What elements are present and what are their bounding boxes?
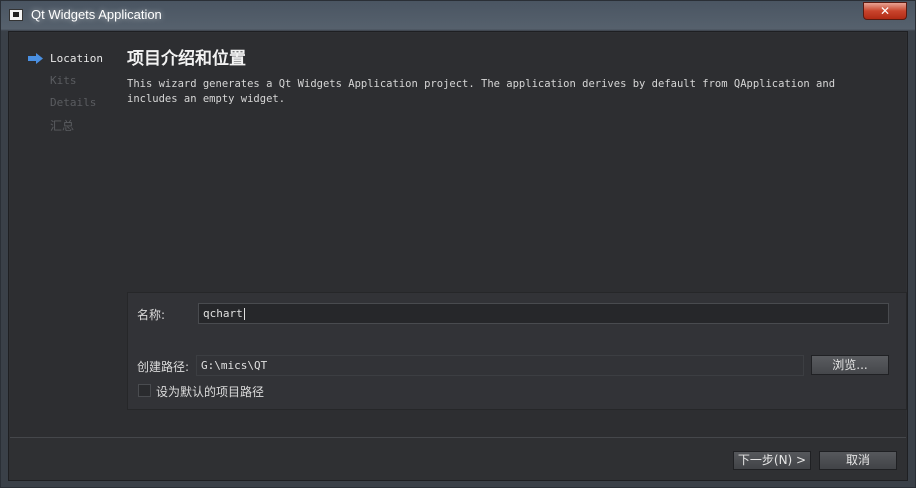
name-value: qchart (203, 307, 243, 320)
name-label: 名称: (137, 308, 166, 322)
footer-separator (10, 437, 906, 438)
step-details: Details (50, 96, 97, 109)
page-description: This wizard generates a Qt Widgets Appli… (127, 78, 836, 105)
cancel-button[interactable]: 取消 (819, 451, 897, 470)
current-step-arrow-icon (28, 53, 43, 64)
wizard-window: Qt Widgets Application ✕ Location Kits D… (0, 0, 916, 488)
step-summary: 汇总 (50, 119, 75, 133)
step-kits: Kits (50, 74, 77, 87)
browse-button[interactable]: 浏览... (811, 355, 889, 375)
location-form: 名称: qchart 创建路径: G:\mics\QT 浏览... 设为默认的项… (127, 292, 907, 410)
content-area: Location Kits Details 汇总 项目介绍和位置 This wi… (10, 33, 907, 437)
name-input[interactable]: qchart (198, 303, 889, 324)
path-value: G:\mics\QT (201, 359, 268, 372)
default-path-checkbox[interactable] (138, 384, 151, 397)
default-path-label[interactable]: 设为默认的项目路径 (156, 383, 264, 400)
close-button[interactable]: ✕ (863, 2, 907, 20)
text-caret (243, 308, 245, 320)
step-location: Location (50, 52, 103, 65)
page-title: 项目介绍和位置 (127, 49, 246, 69)
path-label: 创建路径: (137, 360, 190, 374)
wizard-client: Location Kits Details 汇总 项目介绍和位置 This wi… (8, 31, 908, 481)
next-button[interactable]: 下一步(N) > (733, 451, 811, 470)
wizard-steps: Location Kits Details 汇总 (10, 33, 120, 437)
path-input[interactable]: G:\mics\QT (196, 355, 804, 376)
title-bar[interactable]: Qt Widgets Application ✕ (1, 1, 915, 31)
window-title: Qt Widgets Application (31, 7, 162, 22)
app-icon (9, 9, 23, 21)
